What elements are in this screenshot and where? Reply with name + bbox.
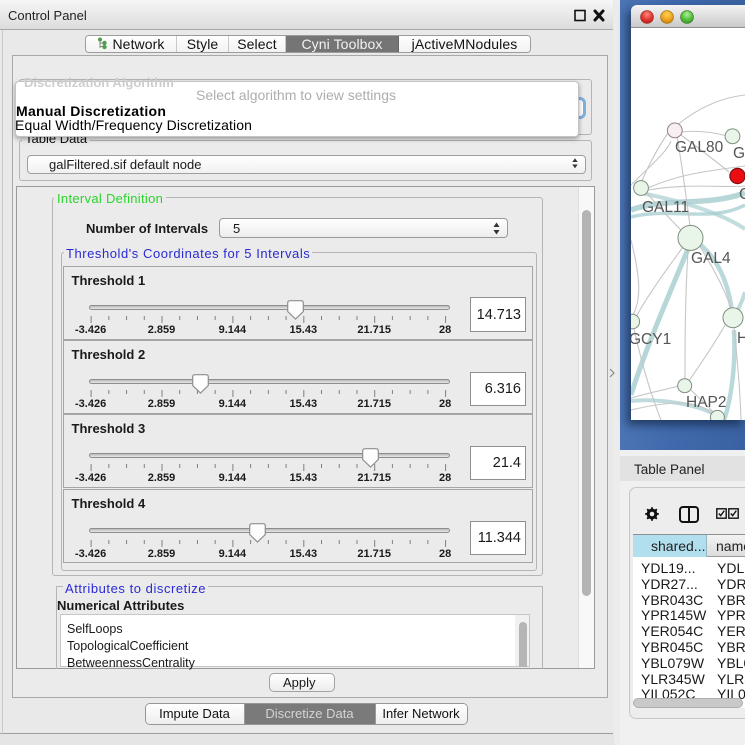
svg-text:GAL80: GAL80 xyxy=(675,139,724,156)
svg-text:C: C xyxy=(739,186,745,203)
svg-text:H: H xyxy=(737,330,745,347)
svg-text:GA: GA xyxy=(733,145,745,162)
svg-text:GAL4: GAL4 xyxy=(691,250,731,267)
svg-text:GAL11: GAL11 xyxy=(642,199,689,216)
svg-text:GCY1: GCY1 xyxy=(631,331,671,348)
svg-text:HAP2: HAP2 xyxy=(686,394,727,411)
